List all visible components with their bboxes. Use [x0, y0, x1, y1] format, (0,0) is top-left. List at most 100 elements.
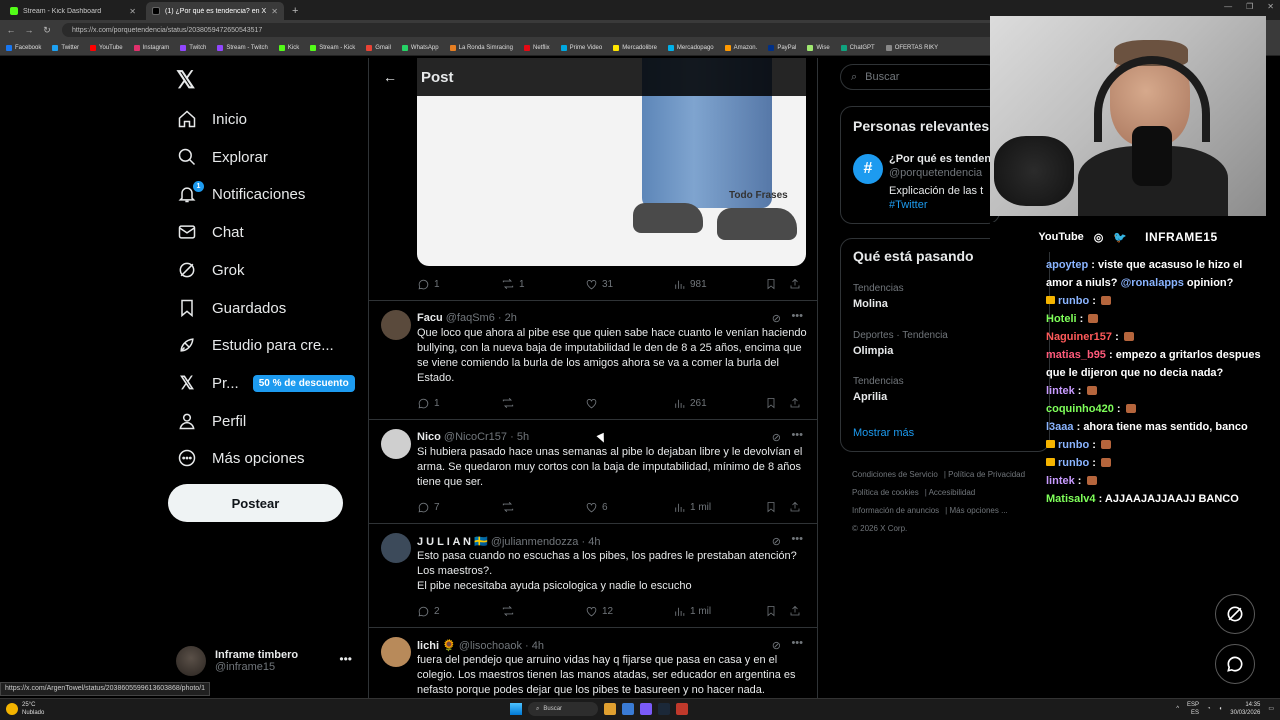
grok-icon[interactable]: ⊘	[772, 639, 781, 652]
tray-chevron-icon[interactable]: ^	[1176, 705, 1179, 713]
reply-button[interactable]: 1	[417, 397, 501, 410]
nav-item-grok[interactable]: Grok	[176, 255, 245, 285]
views-button[interactable]: 981	[673, 278, 765, 291]
forward-button[interactable]: →	[22, 25, 36, 35]
file-explorer-icon[interactable]	[604, 703, 616, 715]
show-more-link[interactable]: Mostrar más	[853, 427, 914, 439]
bookmark-item[interactable]: Stream - Kick	[310, 44, 355, 51]
post-button[interactable]: Postear	[168, 484, 343, 522]
reply-button[interactable]: 1	[417, 278, 501, 291]
views-button[interactable]: 1 mil	[673, 501, 765, 514]
views-button[interactable]: 1 mil	[673, 605, 765, 618]
grok-icon[interactable]: ⊘	[772, 431, 781, 444]
avatar[interactable]	[381, 533, 411, 563]
bookmark-button[interactable]	[765, 501, 789, 513]
steam-icon[interactable]	[658, 703, 670, 715]
more-icon[interactable]: •••	[791, 637, 803, 649]
nav-item-chat[interactable]: Chat	[176, 217, 244, 247]
nav-item-explorar[interactable]: Explorar	[176, 142, 268, 172]
discord-icon[interactable]	[640, 703, 652, 715]
new-tab-button[interactable]: +	[292, 2, 298, 20]
more-icon[interactable]: •••	[791, 429, 803, 441]
nav-item-perfil[interactable]: Perfil	[176, 406, 246, 436]
bookmark-item[interactable]: Facebook	[6, 44, 41, 51]
close-icon[interactable]: ✕	[129, 7, 136, 16]
close-window-button[interactable]: ✕	[1267, 2, 1274, 11]
reply-button[interactable]: 7	[417, 501, 501, 514]
grok-icon[interactable]: ⊘	[772, 312, 781, 325]
bookmark-item[interactable]: Wise	[807, 44, 830, 51]
x-logo-icon[interactable]: 𝕏	[176, 66, 195, 95]
avatar[interactable]	[381, 637, 411, 667]
edge-icon[interactable]	[622, 703, 634, 715]
share-button[interactable]	[789, 278, 801, 290]
account-avatar[interactable]: #	[853, 154, 883, 184]
tab-x-post[interactable]: (1) ¿Por qué es tendencia? en X: " ✕	[146, 2, 284, 20]
reply-tweet[interactable]: lichi 🌻 @lisochoaok · 4h ⊘ ••• fuera del…	[369, 637, 817, 698]
bookmark-item[interactable]: Amazon.	[724, 44, 757, 51]
bookmark-button[interactable]	[765, 278, 789, 290]
close-icon[interactable]: ✕	[271, 7, 278, 16]
search-input[interactable]: ⌕ Buscar	[840, 64, 1000, 90]
bookmark-item[interactable]: Instagram	[133, 44, 169, 51]
bookmark-item[interactable]: Mercadopago	[667, 44, 714, 51]
repost-button[interactable]	[501, 604, 585, 618]
share-button[interactable]	[789, 501, 801, 513]
trend-item[interactable]: Deportes · Tendencia Olimpia	[853, 330, 948, 357]
reply-button[interactable]: 2	[417, 605, 501, 618]
nav-item-inicio[interactable]: Inicio	[176, 104, 247, 134]
bookmark-item[interactable]: Mercadolibre	[613, 44, 657, 51]
bookmark-item[interactable]: WhatsApp	[401, 44, 439, 51]
bookmark-item[interactable]: Twitter	[52, 44, 79, 51]
taskbar-search[interactable]: ⌕ Buscar	[528, 702, 598, 716]
bookmark-item[interactable]: Prime Video	[560, 44, 602, 51]
maximize-button[interactable]: ❐	[1246, 2, 1253, 11]
notifications-icon[interactable]: ▭	[1268, 705, 1274, 713]
like-button[interactable]: 12	[585, 605, 673, 618]
more-icon[interactable]: •••	[339, 652, 352, 666]
bookmark-button[interactable]	[765, 397, 789, 409]
tab-kick-dashboard[interactable]: Stream - Kick Dashboard ✕	[4, 2, 142, 20]
more-icon[interactable]: •••	[791, 533, 803, 545]
nav-item-estudio[interactable]: Estudio para cre...	[176, 330, 334, 360]
messages-fab-button[interactable]	[1215, 644, 1255, 684]
like-button[interactable]: 31	[585, 278, 673, 291]
share-button[interactable]	[789, 397, 801, 409]
bookmark-item[interactable]: La Ronda Simracing	[449, 44, 513, 51]
repost-button[interactable]	[501, 500, 585, 514]
volume-icon[interactable]: ◖	[1219, 705, 1223, 713]
nav-item-premium[interactable]: 𝕏 Pr... 50 % de descuento	[176, 368, 355, 398]
reload-button[interactable]: ↻	[40, 25, 54, 36]
like-button[interactable]: 6	[585, 501, 673, 514]
back-arrow-icon[interactable]: ←	[383, 69, 397, 85]
wifi-icon[interactable]: ◔	[1207, 705, 1211, 713]
url-field[interactable]: https://x.com/porquetendencia/status/203…	[62, 23, 1022, 37]
avatar[interactable]	[381, 310, 411, 340]
app-icon[interactable]	[676, 703, 688, 715]
trend-item[interactable]: Tendencias Aprilia	[853, 376, 904, 403]
like-button[interactable]	[585, 397, 673, 410]
nav-item-guardados[interactable]: Guardados	[176, 293, 286, 323]
bookmark-item[interactable]: Stream - Twitch	[217, 44, 268, 51]
bookmark-button[interactable]	[765, 605, 789, 617]
bookmark-item[interactable]: Netflix	[523, 44, 550, 51]
windows-start-icon[interactable]	[510, 703, 522, 715]
grok-icon[interactable]: ⊘	[772, 535, 781, 548]
grok-fab-button[interactable]	[1215, 594, 1255, 634]
bookmark-item[interactable]: Gmail	[366, 44, 391, 51]
hashtag-link[interactable]: #Twitter	[889, 199, 991, 211]
nav-item-notificaciones[interactable]: 1 Notificaciones	[176, 179, 305, 209]
weather-widget[interactable]: 25°C Nublado	[6, 701, 44, 717]
avatar[interactable]	[381, 429, 411, 459]
nav-item-mas-opciones[interactable]: Más opciones	[176, 443, 305, 473]
back-button[interactable]: ←	[4, 25, 18, 35]
repost-button[interactable]: 1	[501, 277, 585, 291]
share-button[interactable]	[789, 605, 801, 617]
minimize-button[interactable]: —	[1224, 2, 1232, 11]
more-icon[interactable]: •••	[791, 310, 803, 322]
bookmark-item[interactable]: Kick	[278, 44, 299, 51]
bookmark-item[interactable]: OFERTAS RIKY	[885, 44, 938, 51]
bookmark-item[interactable]: YouTube	[90, 44, 123, 51]
trend-item[interactable]: Tendencias Molina	[853, 283, 904, 310]
account-switcher[interactable]: Inframe timbero @inframe15 •••	[176, 644, 356, 678]
